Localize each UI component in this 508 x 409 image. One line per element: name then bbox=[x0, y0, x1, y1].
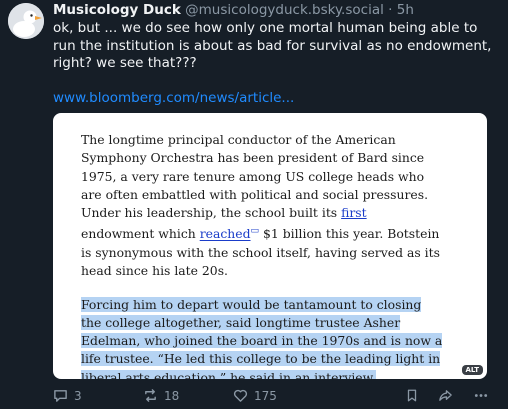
post-header: Musicology Duck @musicologyduck.bsky.soc… bbox=[53, 2, 414, 19]
author-handle[interactable]: @musicologyduck.bsky.social bbox=[185, 2, 384, 18]
repost-icon bbox=[145, 389, 156, 402]
bookmark-icon bbox=[407, 389, 417, 402]
more-icon bbox=[474, 394, 488, 397]
reply-button[interactable]: 3 bbox=[53, 388, 82, 403]
post-time[interactable]: 5h bbox=[397, 2, 414, 18]
avatar[interactable] bbox=[8, 3, 44, 39]
article-paragraph-1: The longtime principal conductor of the … bbox=[81, 131, 443, 281]
repost-count: 18 bbox=[164, 388, 180, 403]
heart-icon bbox=[233, 389, 248, 402]
footnote-icon: ▭ bbox=[250, 226, 260, 237]
bookmark-button[interactable] bbox=[405, 388, 419, 403]
first-link: first bbox=[341, 205, 367, 221]
p1-text-b: endowment which bbox=[81, 226, 200, 242]
reply-count: 3 bbox=[74, 388, 82, 403]
post-actions: 3 18 175 bbox=[53, 388, 503, 406]
article-screenshot-image[interactable]: The longtime principal conductor of the … bbox=[53, 113, 487, 379]
alt-badge[interactable]: ALT bbox=[461, 365, 483, 375]
share-icon bbox=[439, 390, 452, 401]
duck-avatar-icon bbox=[8, 3, 44, 39]
like-button[interactable]: 175 bbox=[233, 388, 277, 403]
share-button[interactable] bbox=[438, 388, 453, 403]
repost-button[interactable]: 18 bbox=[143, 388, 179, 403]
more-button[interactable] bbox=[473, 388, 489, 403]
article-excerpt: The longtime principal conductor of the … bbox=[81, 131, 443, 379]
reply-icon bbox=[54, 390, 67, 402]
like-count: 175 bbox=[254, 388, 277, 403]
p1-text-a: The longtime principal conductor of the … bbox=[81, 132, 429, 221]
post-text: ok, but ... we do see how only one morta… bbox=[53, 20, 492, 71]
author-name[interactable]: Musicology Duck bbox=[53, 2, 181, 18]
separator: · bbox=[388, 2, 393, 18]
highlighted-paragraph: Forcing him to depart would be tantamoun… bbox=[81, 296, 443, 379]
article-paragraph-2: Forcing him to depart would be tantamoun… bbox=[81, 296, 443, 379]
reached-link: reached bbox=[199, 226, 251, 242]
external-link[interactable]: www.bloomberg.com/news/article... bbox=[53, 90, 294, 106]
